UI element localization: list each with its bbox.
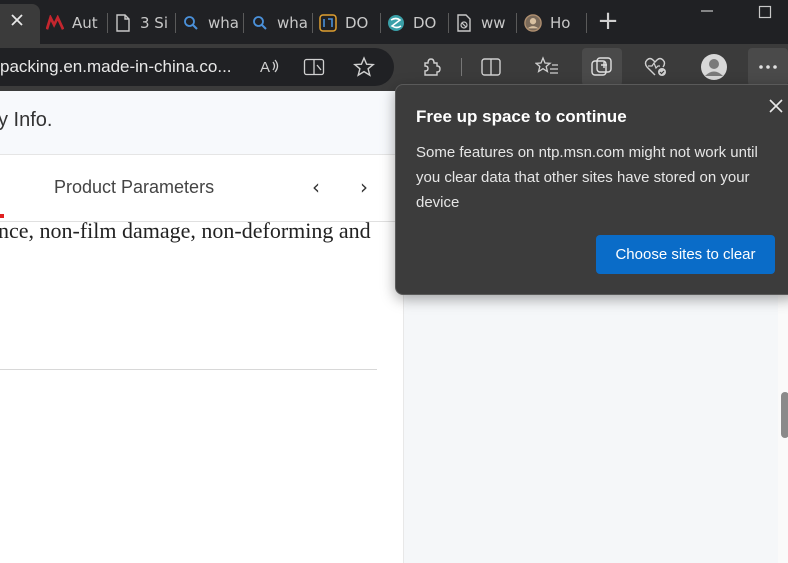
tab-separator: [312, 13, 313, 33]
divider: [0, 369, 377, 370]
svg-text:A: A: [260, 59, 270, 76]
tab-label: 3 Si: [140, 14, 169, 32]
read-aloud-icon[interactable]: A: [250, 48, 290, 86]
info-heading: y Info.: [0, 109, 53, 131]
tab-separator: [586, 13, 587, 33]
collections-icon[interactable]: [582, 48, 622, 86]
tab-active[interactable]: [0, 4, 40, 44]
favorite-star-icon[interactable]: [344, 48, 384, 86]
tab-label: DO: [413, 14, 437, 32]
product-description: nce, non-film damage, non-deforming and: [0, 218, 371, 243]
globe-icon: [387, 14, 405, 32]
page-content: y Info. Product Parameters ‹ › nce, non-…: [0, 91, 403, 563]
search-icon: [251, 14, 269, 32]
address-bar[interactable]: packing.en.made-in-china.co... A: [0, 48, 394, 86]
extensions-icon[interactable]: [411, 48, 451, 86]
new-tab-button[interactable]: +: [596, 8, 620, 34]
tab-translate[interactable]: DO: [319, 6, 375, 40]
tab-separator: [107, 13, 108, 33]
tab-search-2[interactable]: wha: [251, 6, 307, 40]
tab-separator: [380, 13, 381, 33]
tab-separator: [175, 13, 176, 33]
split-screen-icon[interactable]: [471, 48, 511, 86]
close-tab-icon[interactable]: [10, 13, 24, 31]
tab-separator: [448, 13, 449, 33]
tab-label: DO: [345, 14, 369, 32]
favorites-icon[interactable]: [527, 48, 567, 86]
product-tabs-row: Product Parameters ‹ ›: [0, 155, 403, 222]
maximize-icon[interactable]: [758, 4, 772, 23]
profile-avatar-icon[interactable]: [694, 48, 734, 86]
settings-more-icon[interactable]: [748, 48, 788, 86]
scrollbar-thumb[interactable]: [781, 392, 788, 438]
tab-strip: Aut 3 Si wha wha DO DO ww Ho +: [0, 0, 788, 44]
previous-arrow-icon[interactable]: ‹: [312, 175, 320, 199]
tab-separator: [516, 13, 517, 33]
tab-label: wha: [277, 14, 307, 32]
choose-sites-button[interactable]: Choose sites to clear: [596, 235, 775, 274]
broken-page-icon: [455, 14, 473, 32]
next-arrow-icon[interactable]: ›: [360, 175, 368, 199]
tab-product-parameters[interactable]: Product Parameters: [54, 177, 214, 198]
immersive-reader-icon[interactable]: [294, 48, 334, 86]
popup-message: Some features on ntp.msn.com might not w…: [416, 144, 758, 211]
storage-popup: Free up space to continue Some features …: [395, 84, 788, 295]
tab-separator: [243, 13, 244, 33]
tab-globe[interactable]: DO: [387, 6, 443, 40]
info-header: y Info.: [0, 91, 403, 155]
tab-label: Ho: [550, 14, 571, 32]
toolbar-separator: [461, 58, 462, 76]
minimize-icon[interactable]: [700, 2, 714, 21]
tab-made-in-china[interactable]: Aut: [46, 6, 102, 40]
page-icon: [114, 14, 132, 32]
popup-title: Free up space to continue: [416, 107, 627, 126]
tab-avatar[interactable]: Ho: [524, 6, 580, 40]
tab-page[interactable]: 3 Si: [114, 6, 170, 40]
tab-broken-page[interactable]: ww: [455, 6, 511, 40]
tab-label: wha: [208, 14, 238, 32]
search-icon: [182, 14, 200, 32]
made-in-china-logo-icon: [46, 14, 64, 32]
browser-essentials-icon[interactable]: [636, 48, 676, 86]
url-text[interactable]: packing.en.made-in-china.co...: [0, 48, 232, 86]
tab-label: ww: [481, 14, 506, 32]
tab-search-1[interactable]: wha: [182, 6, 238, 40]
tab-label: Aut: [72, 14, 98, 32]
translate-icon: [319, 14, 337, 32]
close-icon[interactable]: [764, 94, 788, 118]
avatar-icon: [524, 14, 542, 32]
